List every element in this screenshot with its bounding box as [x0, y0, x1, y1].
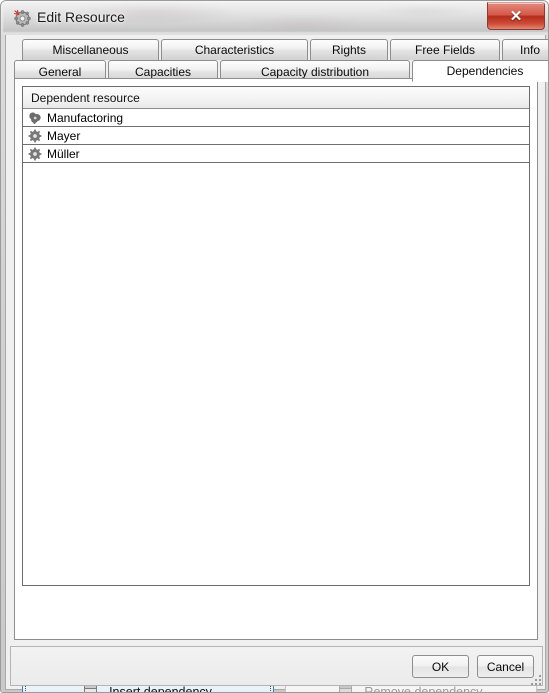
close-icon: ✕	[509, 7, 523, 25]
tab-label: General	[38, 64, 82, 79]
row-label: Manufactoring	[47, 110, 124, 125]
cancel-button[interactable]: Cancel	[477, 655, 534, 678]
ok-button-label: OK	[431, 659, 450, 674]
dependencies-tab-page: Dependent resource Manufactoring Mayer M…	[14, 78, 538, 692]
dialog-button-bar: OK Cancel	[10, 646, 543, 686]
tab-free-fields[interactable]: Free Fields	[390, 39, 500, 60]
cancel-button-label: Cancel	[486, 659, 525, 674]
tab-label: Info	[519, 43, 540, 57]
insert-dependency-label: Insert dependency	[109, 685, 212, 693]
tab-label: Rights	[331, 43, 366, 57]
title-bar[interactable]: Edit Resource ✕	[1, 1, 548, 35]
gear-icon	[13, 9, 31, 27]
close-button[interactable]: ✕	[487, 2, 545, 30]
window-title: Edit Resource	[37, 9, 125, 25]
list-body: Manufactoring Mayer Müller	[23, 109, 529, 163]
column-header-label: Dependent resource	[31, 90, 140, 105]
tab-label: Capacities	[134, 64, 192, 79]
tab-characteristics[interactable]: Characteristics	[161, 39, 308, 60]
row-label: Mayer	[47, 128, 81, 143]
ok-button[interactable]: OK	[412, 655, 469, 678]
edit-resource-window: Edit Resource ✕ Miscellaneous Characteri…	[0, 0, 549, 693]
gear-icon	[28, 147, 42, 160]
tab-dependencies[interactable]: Dependencies	[412, 60, 548, 82]
tab-label: Capacity distribution	[260, 64, 370, 79]
gear-group-icon	[29, 112, 41, 124]
remove-dependency-label: Remove dependency	[364, 685, 483, 693]
table-row[interactable]: Manufactoring	[23, 109, 529, 127]
tab-miscellaneous[interactable]: Miscellaneous	[22, 39, 159, 60]
tab-label: Miscellaneous	[52, 43, 129, 57]
dependent-resource-list[interactable]: Dependent resource Manufactoring Mayer M…	[22, 86, 530, 586]
tab-label: Dependencies	[446, 64, 524, 78]
table-row[interactable]: Müller	[23, 145, 529, 163]
row-label: Müller	[47, 146, 80, 161]
list-column-header-dependent-resource[interactable]: Dependent resource	[23, 87, 529, 109]
dialog-client-area: Miscellaneous Characteristics Rights Fre…	[5, 35, 548, 692]
tab-rights[interactable]: Rights	[310, 39, 388, 60]
gear-icon	[28, 129, 42, 142]
resize-grip[interactable]	[529, 673, 543, 687]
tab-strip: Miscellaneous Characteristics Rights Fre…	[14, 39, 548, 83]
tab-info[interactable]: Info	[502, 39, 548, 60]
table-row[interactable]: Mayer	[23, 127, 529, 145]
tab-label: Characteristics	[194, 43, 275, 57]
tab-label: Free Fields	[414, 43, 476, 57]
